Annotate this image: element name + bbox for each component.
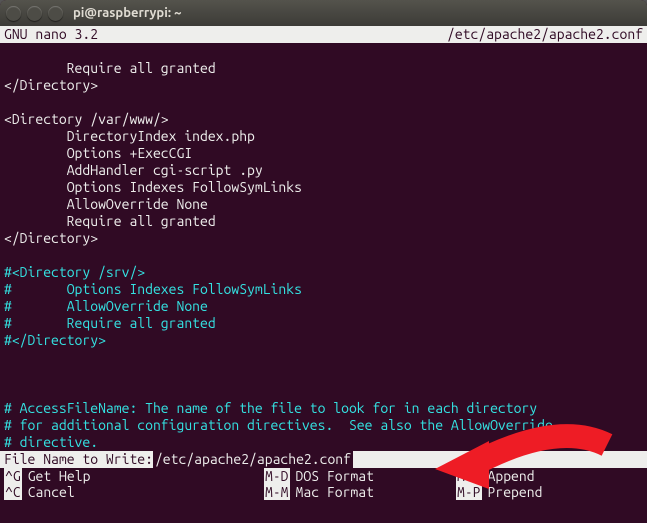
editor-area[interactable]: Require all granted </Directory> <Direct…: [0, 43, 647, 451]
editor-line: <Directory /var/www/>: [4, 111, 169, 127]
shortcut-label: Prepend: [488, 484, 543, 500]
editor-line: # directive.: [4, 434, 98, 450]
shortcut-key: ^C: [4, 484, 22, 500]
editor-line: Options Indexes FollowSymLinks: [4, 179, 302, 195]
maximize-icon[interactable]: [48, 6, 63, 21]
nano-version: GNU nano 3.2: [4, 26, 98, 43]
minimize-icon[interactable]: [27, 6, 42, 21]
editor-line: Options +ExecCGI: [4, 145, 192, 161]
editor-line: Require all granted: [4, 213, 216, 229]
shortcut-label: Get Help: [28, 468, 91, 484]
editor-line: AddHandler cgi-script .py: [4, 162, 263, 178]
shortcut-prepend[interactable]: M-P Prepend: [456, 484, 643, 500]
shortcut-row: ^C Cancel M-M Mac Format M-P Prepend: [0, 484, 647, 500]
editor-line: DirectoryIndex index.php: [4, 128, 255, 144]
editor-line: # AllowOverride None: [4, 298, 208, 314]
shortcut-label: DOS Format: [296, 468, 374, 484]
editor-line: # AccessFileName: The name of the file t…: [4, 400, 537, 416]
window-titlebar: pi@raspberrypi: ~: [0, 0, 647, 26]
prompt-label: File Name to Write:: [4, 451, 153, 468]
editor-line: #</Directory>: [4, 332, 106, 348]
shortcut-label: Append: [488, 468, 535, 484]
editor-line: # for additional configuration directive…: [4, 417, 553, 433]
editor-line: </Directory>: [4, 77, 98, 93]
terminal-window: pi@raspberrypi: ~ GNU nano 3.2 /etc/apac…: [0, 0, 647, 523]
editor-line: AllowOverride None: [4, 196, 208, 212]
shortcut-key: M-P: [456, 484, 482, 500]
editor-line: #<Directory /srv/>: [4, 264, 145, 280]
shortcut-label: Mac Format: [296, 484, 374, 500]
shortcut-mac-format[interactable]: M-M Mac Format: [264, 484, 456, 500]
nano-header: GNU nano 3.2 /etc/apache2/apache2.conf: [0, 26, 647, 43]
editor-line: # Options Indexes FollowSymLinks: [4, 281, 302, 297]
shortcut-key: M-M: [264, 484, 290, 500]
editor-line: </Directory>: [4, 230, 98, 246]
shortcut-cancel[interactable]: ^C Cancel: [4, 484, 264, 500]
close-icon[interactable]: [6, 6, 21, 21]
editor-line: Require all granted: [4, 60, 216, 76]
shortcut-key: M-A: [456, 468, 482, 484]
save-prompt[interactable]: File Name to Write: /etc/apache2/apache2…: [0, 451, 647, 468]
shortcut-get-help[interactable]: ^G Get Help: [4, 468, 264, 484]
nano-filepath: /etc/apache2/apache2.conf: [447, 26, 643, 43]
shortcut-dos-format[interactable]: M-D DOS Format: [264, 468, 456, 484]
shortcut-append[interactable]: M-A Append: [456, 468, 643, 484]
editor-line: # Require all granted: [4, 315, 216, 331]
shortcut-key: ^G: [4, 468, 22, 484]
filename-input[interactable]: /etc/apache2/apache2.conf: [153, 451, 353, 468]
shortcut-row: ^G Get Help M-D DOS Format M-A Append: [0, 468, 647, 484]
shortcut-key: M-D: [264, 468, 290, 484]
shortcut-label: Cancel: [28, 484, 75, 500]
window-title: pi@raspberrypi: ~: [73, 6, 181, 20]
